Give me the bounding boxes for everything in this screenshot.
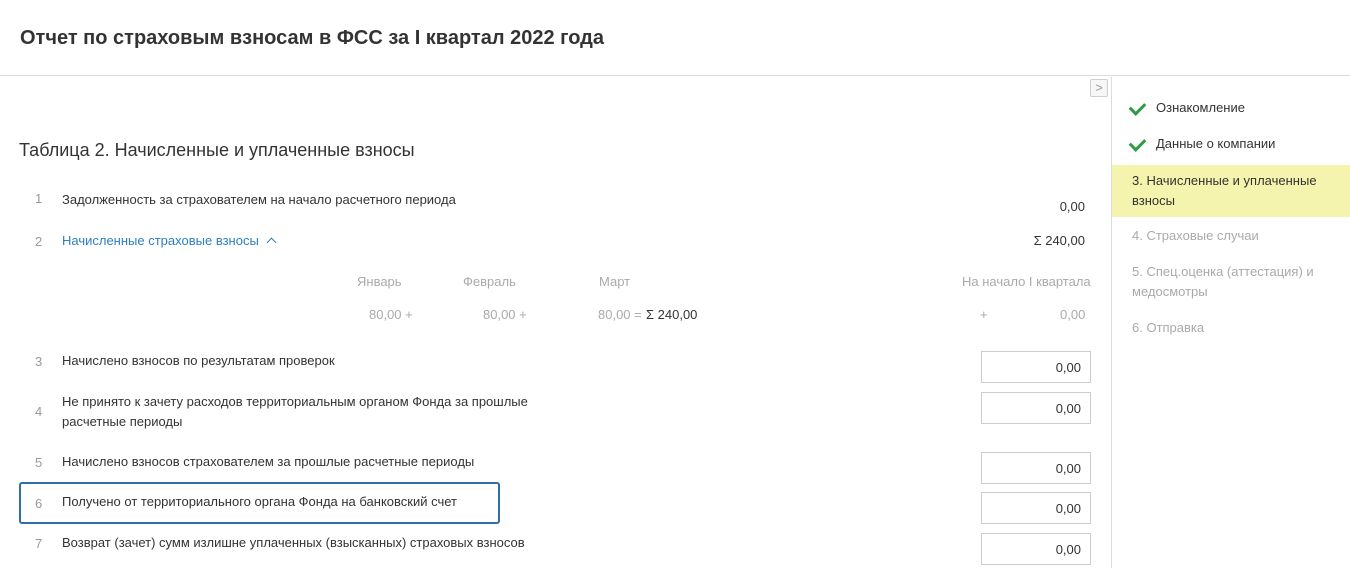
january-value: 80,00 +	[369, 307, 413, 322]
row-label-2: Начисленные страховые взносы	[62, 233, 259, 248]
row-number-3: 3	[35, 354, 43, 369]
row-number-5: 5	[35, 455, 43, 470]
page-title: Отчет по страховым взносам в ФСС за I кв…	[20, 27, 604, 49]
checkmark-icon	[1128, 98, 1147, 116]
march-value: 80,00 =	[598, 307, 642, 322]
step-insurance-cases[interactable]: 4. Страховые случаи	[1112, 226, 1350, 246]
row-label-6: Получено от территориального органа Фонд…	[62, 494, 457, 509]
chevron-up-icon	[266, 237, 277, 248]
quarter-start-label: На начало I квартала	[962, 274, 1091, 289]
accrued-contributions-toggle[interactable]: Начисленные страховые взносы	[62, 231, 277, 251]
page-header: Отчет по страховым взносам в ФСС за I кв…	[0, 0, 1350, 76]
step-introduction[interactable]: Ознакомление	[1112, 98, 1350, 118]
quarter-start-value: 0,00	[1060, 307, 1086, 322]
step-company-data[interactable]: Данные о компании	[1112, 134, 1350, 154]
row-label-4: Не принято к зачету расходов территориал…	[62, 392, 528, 432]
february-value: 80,00 +	[483, 307, 527, 322]
step-submission[interactable]: 6. Отправка	[1112, 318, 1350, 338]
step-label: 4. Страховые случаи	[1132, 228, 1259, 243]
row-input-6[interactable]	[981, 492, 1091, 524]
month-label-february: Февраль	[463, 274, 516, 289]
months-sum: Σ 240,00	[646, 307, 698, 322]
row-number-6: 6	[35, 496, 43, 511]
row-input-5[interactable]	[981, 452, 1091, 484]
row-value-1: 0,00	[1059, 199, 1085, 214]
collapse-sidebar-button[interactable]: >	[1090, 79, 1108, 97]
steps-sidebar: Ознакомление Данные о компании 3. Начисл…	[1111, 77, 1350, 568]
step-special-assessment[interactable]: 5. Спец.оценка (аттестация) и медосмотры	[1112, 262, 1350, 302]
step-accrued-contributions[interactable]: 3. Начисленные и уплаченные взносы	[1112, 165, 1350, 217]
checkmark-icon	[1128, 134, 1147, 152]
month-label-march: Март	[599, 274, 631, 289]
row-label-3: Начислено взносов по результатам проверо…	[62, 353, 335, 368]
row-number-1: 1	[35, 191, 43, 206]
row-number-4: 4	[35, 404, 43, 419]
row-number-7: 7	[35, 536, 43, 551]
step-label: 6. Отправка	[1132, 320, 1205, 335]
step-label: 3. Начисленные и уплаченные взносы	[1132, 173, 1317, 208]
row-label-7: Возврат (зачет) сумм излишне уплаченных …	[62, 535, 525, 550]
main-content: > Таблица 2. Начисленные и уплаченные вз…	[0, 77, 1111, 568]
row-number-2: 2	[35, 234, 43, 249]
row-input-7[interactable]	[981, 533, 1091, 565]
step-label: Ознакомление	[1156, 100, 1245, 115]
quarter-start-plus: +	[980, 307, 988, 322]
row-value-2: Σ 240,00	[1033, 233, 1085, 248]
row-input-3[interactable]	[981, 351, 1091, 383]
step-label: 5. Спец.оценка (аттестация) и медосмотры	[1132, 264, 1314, 299]
row-label-4-line1: Не принято к зачету расходов территориал…	[62, 394, 528, 409]
row-label-1: Задолженность за страхователем на начало…	[62, 192, 456, 207]
row-label-4-line2: расчетные периоды	[62, 414, 183, 429]
section-title: Таблица 2. Начисленные и уплаченные взно…	[19, 140, 415, 160]
month-label-january: Январь	[357, 274, 402, 289]
row-label-5: Начислено взносов страхователем за прошл…	[62, 454, 475, 469]
row-input-4[interactable]	[981, 392, 1091, 424]
step-label: Данные о компании	[1156, 136, 1276, 151]
